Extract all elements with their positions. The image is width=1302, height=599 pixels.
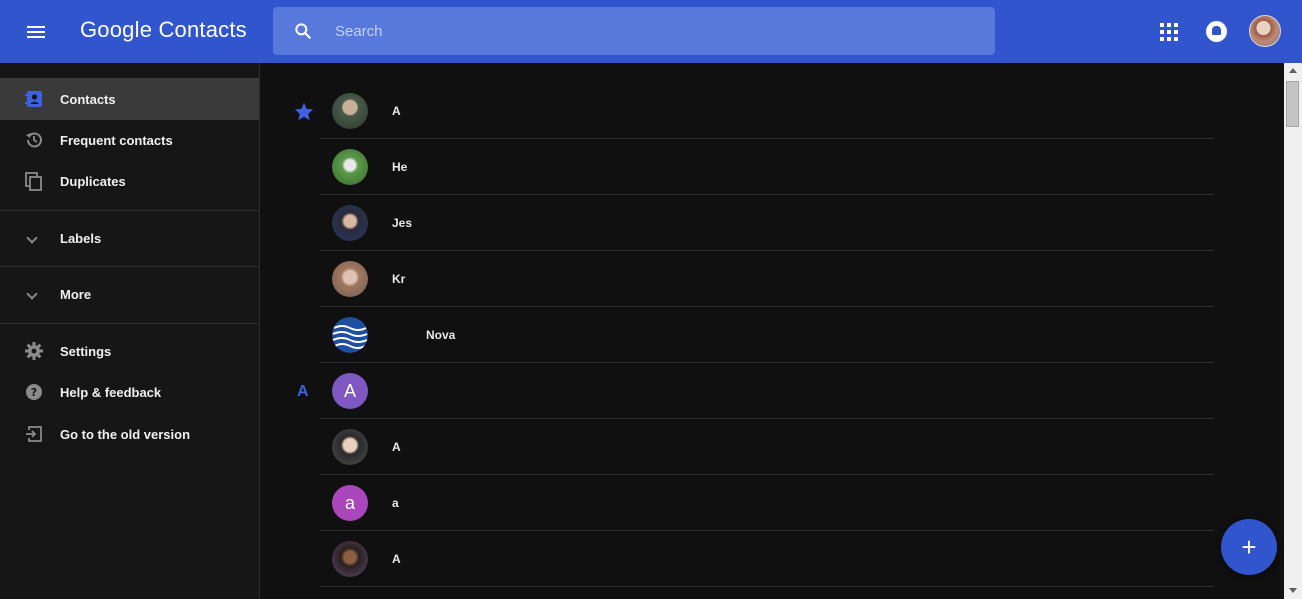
contact-name: a	[392, 496, 399, 510]
contact-avatar	[332, 205, 368, 241]
contact-name: A	[392, 440, 401, 454]
contact-avatar	[332, 429, 368, 465]
contact-row[interactable]: Nova	[320, 307, 1214, 363]
account-avatar[interactable]	[1249, 15, 1281, 47]
scrollbar-thumb[interactable]	[1286, 81, 1299, 127]
sidebar-item-contacts[interactable]: Contacts	[0, 78, 259, 120]
contact-name: Jes	[392, 216, 413, 230]
sidebar-item-label: Frequent contacts	[60, 132, 173, 148]
search-box[interactable]	[273, 7, 995, 55]
scroll-up-icon[interactable]	[1289, 68, 1297, 73]
contact-avatar	[332, 149, 368, 185]
sidebar-item-frequent[interactable]: Frequent contacts	[0, 119, 259, 161]
app-header: Google Contacts	[0, 0, 1302, 63]
sidebar-divider	[0, 323, 259, 324]
contact-row[interactable]: A	[320, 83, 1214, 139]
sidebar-divider	[0, 266, 259, 267]
sidebar-item-more[interactable]: More	[0, 273, 259, 315]
vertical-scrollbar[interactable]	[1284, 63, 1302, 599]
contact-avatar	[332, 541, 368, 577]
star-icon	[294, 102, 314, 121]
app-logo[interactable]: Google Contacts	[80, 17, 247, 43]
sidebar-item-settings[interactable]: Settings	[0, 330, 259, 372]
sidebar-item-label: Settings	[60, 343, 112, 359]
help-icon: ?	[26, 384, 42, 400]
search-input[interactable]	[335, 7, 975, 55]
contact-avatar	[332, 317, 368, 353]
main-menu-button[interactable]	[20, 16, 52, 48]
scroll-down-icon[interactable]	[1289, 588, 1297, 593]
apps-grid-icon[interactable]	[1158, 21, 1180, 43]
contact-name: He	[392, 160, 408, 174]
menu-icon-bar	[27, 36, 45, 38]
sidebar-item-label: Duplicates	[60, 173, 126, 189]
sidebar-item-label: Labels	[60, 230, 102, 246]
sidebar-item-label: Go to the old version	[60, 426, 191, 442]
contact-avatar: A	[332, 373, 368, 409]
history-icon	[26, 132, 42, 148]
exit-icon	[26, 426, 42, 442]
plus-icon: +	[1241, 532, 1257, 562]
gear-icon	[25, 342, 43, 360]
contact-row[interactable]: a a	[320, 475, 1214, 531]
sidebar-item-labels[interactable]: Labels	[0, 217, 259, 259]
contact-row[interactable]: Jes	[320, 195, 1214, 251]
contact-list: A He Jes Kr Nova A A A a a A	[261, 63, 1283, 599]
sidebar-item-duplicates[interactable]: Duplicates	[0, 160, 259, 202]
contacts-icon	[25, 91, 42, 107]
notifications-icon[interactable]	[1206, 21, 1227, 42]
sidebar-item-label: More	[60, 286, 92, 302]
contact-row[interactable]: He	[320, 139, 1214, 195]
svg-text:?: ?	[31, 386, 37, 399]
search-icon	[295, 23, 311, 39]
contact-row[interactable]: Kr	[320, 251, 1214, 307]
contact-row[interactable]: A	[320, 363, 1214, 419]
sidebar: Contacts Frequent contacts Duplicates La…	[0, 63, 260, 599]
contact-name: A	[392, 552, 401, 566]
contact-name: Kr	[392, 272, 406, 286]
sidebar-item-old-version[interactable]: Go to the old version	[0, 413, 259, 455]
add-contact-button[interactable]: +	[1221, 519, 1277, 575]
contact-row[interactable]: A	[320, 419, 1214, 475]
sidebar-divider	[0, 210, 259, 211]
contact-avatar	[332, 261, 368, 297]
section-letter: A	[297, 383, 309, 400]
chevron-down-icon	[26, 288, 38, 300]
duplicates-icon	[25, 172, 42, 191]
chevron-down-icon	[26, 232, 38, 244]
sidebar-item-label: Help & feedback	[60, 384, 162, 400]
sidebar-item-help[interactable]: ? Help & feedback	[0, 371, 259, 413]
menu-icon-bar	[27, 31, 45, 33]
contact-avatar: a	[332, 485, 368, 521]
contact-avatar	[332, 93, 368, 129]
contact-row[interactable]: A	[320, 531, 1214, 587]
contact-name: A	[392, 104, 401, 118]
sidebar-item-label: Contacts	[60, 91, 116, 107]
contact-name: Nova	[426, 328, 456, 342]
menu-icon-bar	[27, 26, 45, 28]
